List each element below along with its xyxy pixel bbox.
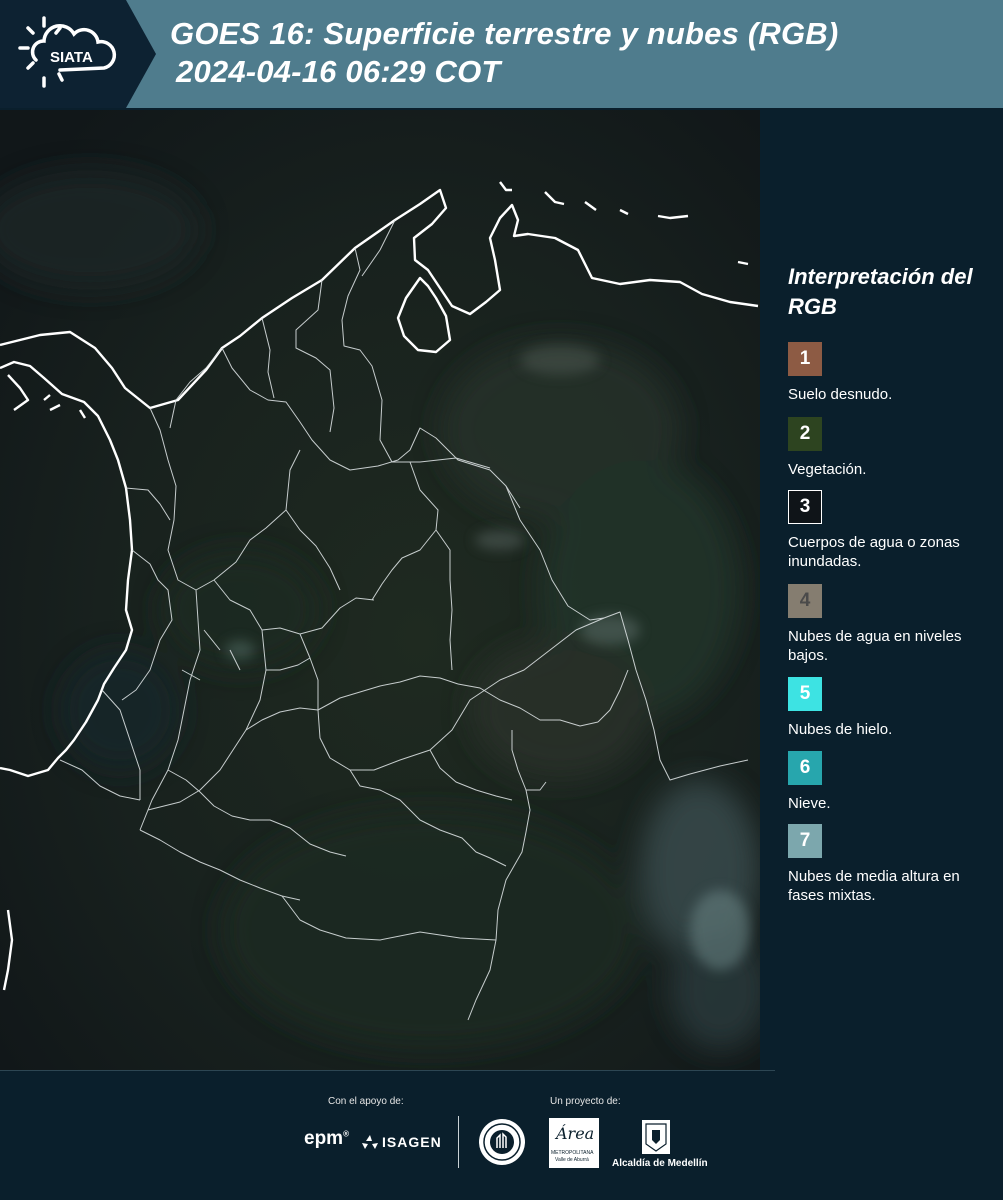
legend-swatch: 1 bbox=[788, 342, 822, 376]
legend-label: Nubes de media altura en fases mixtas. bbox=[788, 868, 960, 904]
support-label: Con el apoyo de: bbox=[328, 1096, 404, 1107]
medellin-seal-icon bbox=[479, 1119, 525, 1165]
epm-logo-text: epm bbox=[304, 1128, 344, 1149]
isagen-logo: ISAGEN bbox=[382, 1134, 442, 1150]
epm-logo: epm® bbox=[304, 1128, 349, 1150]
legend-item: 2 Vegetación. bbox=[788, 417, 988, 479]
epm-registered-mark: ® bbox=[343, 1129, 349, 1139]
legend-swatch: 2 bbox=[788, 417, 822, 451]
header-bar: SIATA GOES 16: Superficie terrestre y nu… bbox=[0, 0, 1003, 108]
page-title: GOES 16: Superficie terrestre y nubes (R… bbox=[170, 16, 839, 51]
legend-label: Nubes de agua en niveles bajos. bbox=[788, 628, 962, 664]
alcaldia-shield-icon bbox=[642, 1120, 670, 1154]
legend-label: Nieve. bbox=[788, 795, 831, 812]
legend-swatch: 5 bbox=[788, 677, 822, 711]
area-metropolitana-logo: Área METROPOLITANA Valle de Aburrá bbox=[549, 1118, 599, 1168]
legend-swatch: 6 bbox=[788, 751, 822, 785]
project-label: Un proyecto de: bbox=[550, 1096, 621, 1107]
legend-item: 3 Cuerpos de agua o zonas inundadas. bbox=[788, 490, 988, 571]
legend-item: 7 Nubes de media altura en fases mixtas. bbox=[788, 824, 988, 905]
footer-divider-line bbox=[0, 1070, 775, 1071]
legend-label: Cuerpos de agua o zonas inundadas. bbox=[788, 534, 960, 570]
siata-logo: SIATA bbox=[0, 0, 156, 108]
isagen-icon bbox=[362, 1135, 378, 1149]
legend-swatch: 4 bbox=[788, 584, 822, 618]
legend-label: Suelo desnudo. bbox=[788, 386, 893, 403]
area-logo-text: Área bbox=[556, 1124, 595, 1143]
legend-item: 5 Nubes de hielo. bbox=[788, 677, 988, 739]
alcaldia-label: Alcaldía de Medellín bbox=[612, 1158, 708, 1169]
satellite-map bbox=[0, 110, 760, 1070]
legend-item: 6 Nieve. bbox=[788, 751, 988, 813]
legend-swatch: 3 bbox=[788, 490, 822, 524]
legend-swatch: 7 bbox=[788, 824, 822, 858]
legend-label: Nubes de hielo. bbox=[788, 721, 893, 738]
area-logo-subtitle-2: Valle de Aburrá bbox=[555, 1157, 589, 1163]
legend-item: 4 Nubes de agua en niveles bajos. bbox=[788, 584, 988, 665]
legend-title: Interpretación del RGB bbox=[788, 264, 973, 319]
legend-label: Vegetación. bbox=[788, 461, 867, 478]
footer: Con el apoyo de: Un proyecto de: epm® IS… bbox=[0, 1070, 1003, 1200]
rgb-legend: Interpretación del RGB 1 Suelo desnudo. 2 V… bbox=[788, 262, 988, 904]
page-timestamp: 2024-04-16 06:29 COT bbox=[176, 54, 501, 89]
logo-divider bbox=[458, 1116, 459, 1168]
area-logo-subtitle: METROPOLITANA bbox=[551, 1150, 594, 1156]
siata-logo-text: SIATA bbox=[50, 49, 93, 66]
legend-item: 1 Suelo desnudo. bbox=[788, 342, 988, 404]
